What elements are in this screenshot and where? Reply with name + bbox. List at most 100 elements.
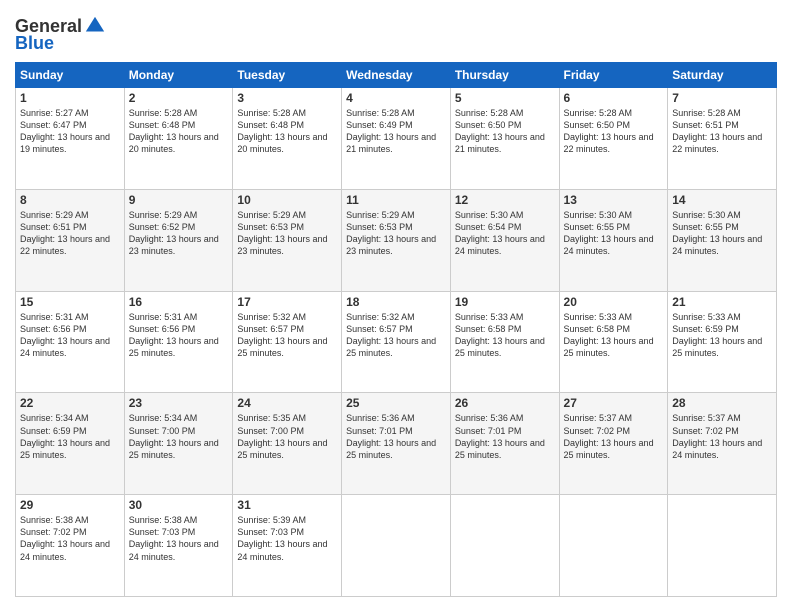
day-cell: 11Sunrise: 5:29 AMSunset: 6:53 PMDayligh… <box>342 189 451 291</box>
day-cell: 9 Sunrise: 5:29 AMSunset: 6:52 PMDaylight… <box>124 189 233 291</box>
day-info: Sunrise: 5:29 AMSunset: 6:53 PMDaylight:… <box>237 209 337 258</box>
week-row-1: 1Sunrise: 5:27 AMSunset: 6:47 PMDaylight… <box>16 88 777 190</box>
day-number: 9 <box>129 193 229 207</box>
day-cell: 27Sunrise: 5:37 AMSunset: 7:02 PMDayligh… <box>559 393 668 495</box>
day-info: Sunrise: 5:28 AMSunset: 6:48 PMDaylight:… <box>237 107 337 156</box>
day-info: Sunrise: 5:28 AMSunset: 6:50 PMDaylight:… <box>564 107 664 156</box>
day-number: 6 <box>564 91 664 105</box>
day-info: Sunrise: 5:34 AMSunset: 6:59 PMDaylight:… <box>20 412 120 461</box>
weekday-header-tuesday: Tuesday <box>233 63 342 88</box>
day-cell: 24 Sunrise: 5:35 AMSunset: 7:00 PMDayligh… <box>233 393 342 495</box>
day-info: Sunrise: 5:31 AMSunset: 6:56 PMDaylight:… <box>20 311 120 360</box>
day-info: Sunrise: 5:29 AMSunset: 6:52 PMDaylight:… <box>129 209 229 258</box>
day-info: Sunrise: 5:28 AMSunset: 6:50 PMDaylight:… <box>455 107 555 156</box>
weekday-header-sunday: Sunday <box>16 63 125 88</box>
day-info: Sunrise: 5:36 AMSunset: 7:01 PMDaylight:… <box>455 412 555 461</box>
day-number: 14 <box>672 193 772 207</box>
day-number: 19 <box>455 295 555 309</box>
day-info: Sunrise: 5:37 AMSunset: 7:02 PMDaylight:… <box>672 412 772 461</box>
day-cell: 21Sunrise: 5:33 AMSunset: 6:59 PMDayligh… <box>668 291 777 393</box>
day-cell: 1Sunrise: 5:27 AMSunset: 6:47 PMDaylight… <box>16 88 125 190</box>
day-info: Sunrise: 5:39 AMSunset: 7:03 PMDaylight:… <box>237 514 337 563</box>
day-number: 21 <box>672 295 772 309</box>
header: General Blue <box>15 15 777 54</box>
day-cell <box>559 495 668 597</box>
day-cell: 2 Sunrise: 5:28 AMSunset: 6:48 PMDaylight… <box>124 88 233 190</box>
day-info: Sunrise: 5:32 AMSunset: 6:57 PMDaylight:… <box>346 311 446 360</box>
day-cell: 22 Sunrise: 5:34 AMSunset: 6:59 PMDayligh… <box>16 393 125 495</box>
day-cell: 15 Sunrise: 5:31 AMSunset: 6:56 PMDayligh… <box>16 291 125 393</box>
day-cell: 7Sunrise: 5:28 AMSunset: 6:51 PMDaylight… <box>668 88 777 190</box>
day-cell: 10Sunrise: 5:29 AMSunset: 6:53 PMDayligh… <box>233 189 342 291</box>
day-number: 25 <box>346 396 446 410</box>
weekday-header-wednesday: Wednesday <box>342 63 451 88</box>
logo-icon <box>84 15 106 37</box>
day-cell: 6 Sunrise: 5:28 AMSunset: 6:50 PMDaylight… <box>559 88 668 190</box>
day-cell: 12 Sunrise: 5:30 AMSunset: 6:54 PMDayligh… <box>450 189 559 291</box>
day-info: Sunrise: 5:33 AMSunset: 6:58 PMDaylight:… <box>564 311 664 360</box>
day-info: Sunrise: 5:38 AMSunset: 7:02 PMDaylight:… <box>20 514 120 563</box>
day-number: 8 <box>20 193 120 207</box>
day-number: 15 <box>20 295 120 309</box>
day-info: Sunrise: 5:33 AMSunset: 6:58 PMDaylight:… <box>455 311 555 360</box>
weekday-header-friday: Friday <box>559 63 668 88</box>
day-number: 18 <box>346 295 446 309</box>
day-number: 24 <box>237 396 337 410</box>
day-cell: 3Sunrise: 5:28 AMSunset: 6:48 PMDaylight… <box>233 88 342 190</box>
day-info: Sunrise: 5:28 AMSunset: 6:48 PMDaylight:… <box>129 107 229 156</box>
day-info: Sunrise: 5:28 AMSunset: 6:51 PMDaylight:… <box>672 107 772 156</box>
logo: General Blue <box>15 15 106 54</box>
day-cell: 20 Sunrise: 5:33 AMSunset: 6:58 PMDayligh… <box>559 291 668 393</box>
day-cell: 5 Sunrise: 5:28 AMSunset: 6:50 PMDaylight… <box>450 88 559 190</box>
day-number: 5 <box>455 91 555 105</box>
day-cell: 29 Sunrise: 5:38 AMSunset: 7:02 PMDayligh… <box>16 495 125 597</box>
day-cell: 19 Sunrise: 5:33 AMSunset: 6:58 PMDayligh… <box>450 291 559 393</box>
day-number: 23 <box>129 396 229 410</box>
page: General Blue SundayMondayTuesdayWednesda… <box>0 0 792 612</box>
day-cell <box>668 495 777 597</box>
calendar-table: SundayMondayTuesdayWednesdayThursdayFrid… <box>15 62 777 597</box>
day-number: 26 <box>455 396 555 410</box>
day-cell: 17 Sunrise: 5:32 AMSunset: 6:57 PMDayligh… <box>233 291 342 393</box>
day-number: 29 <box>20 498 120 512</box>
day-cell: 8 Sunrise: 5:29 AMSunset: 6:51 PMDaylight… <box>16 189 125 291</box>
day-cell: 16Sunrise: 5:31 AMSunset: 6:56 PMDayligh… <box>124 291 233 393</box>
day-info: Sunrise: 5:27 AMSunset: 6:47 PMDaylight:… <box>20 107 120 156</box>
header-row: SundayMondayTuesdayWednesdayThursdayFrid… <box>16 63 777 88</box>
day-cell: 13 Sunrise: 5:30 AMSunset: 6:55 PMDayligh… <box>559 189 668 291</box>
day-number: 17 <box>237 295 337 309</box>
week-row-2: 8 Sunrise: 5:29 AMSunset: 6:51 PMDaylight… <box>16 189 777 291</box>
day-number: 13 <box>564 193 664 207</box>
day-cell <box>342 495 451 597</box>
day-info: Sunrise: 5:35 AMSunset: 7:00 PMDaylight:… <box>237 412 337 461</box>
day-cell: 26 Sunrise: 5:36 AMSunset: 7:01 PMDayligh… <box>450 393 559 495</box>
day-cell: 31 Sunrise: 5:39 AMSunset: 7:03 PMDayligh… <box>233 495 342 597</box>
day-number: 4 <box>346 91 446 105</box>
weekday-header-thursday: Thursday <box>450 63 559 88</box>
weekday-header-monday: Monday <box>124 63 233 88</box>
day-number: 2 <box>129 91 229 105</box>
day-number: 31 <box>237 498 337 512</box>
day-cell: 25Sunrise: 5:36 AMSunset: 7:01 PMDayligh… <box>342 393 451 495</box>
day-info: Sunrise: 5:29 AMSunset: 6:51 PMDaylight:… <box>20 209 120 258</box>
day-cell: 23 Sunrise: 5:34 AMSunset: 7:00 PMDayligh… <box>124 393 233 495</box>
day-number: 11 <box>346 193 446 207</box>
day-info: Sunrise: 5:28 AMSunset: 6:49 PMDaylight:… <box>346 107 446 156</box>
day-number: 30 <box>129 498 229 512</box>
day-cell: 28Sunrise: 5:37 AMSunset: 7:02 PMDayligh… <box>668 393 777 495</box>
day-number: 20 <box>564 295 664 309</box>
day-number: 27 <box>564 396 664 410</box>
day-cell <box>450 495 559 597</box>
day-info: Sunrise: 5:30 AMSunset: 6:54 PMDaylight:… <box>455 209 555 258</box>
week-row-3: 15 Sunrise: 5:31 AMSunset: 6:56 PMDayligh… <box>16 291 777 393</box>
day-info: Sunrise: 5:38 AMSunset: 7:03 PMDaylight:… <box>129 514 229 563</box>
day-info: Sunrise: 5:32 AMSunset: 6:57 PMDaylight:… <box>237 311 337 360</box>
day-cell: 18 Sunrise: 5:32 AMSunset: 6:57 PMDayligh… <box>342 291 451 393</box>
day-number: 22 <box>20 396 120 410</box>
week-row-4: 22 Sunrise: 5:34 AMSunset: 6:59 PMDayligh… <box>16 393 777 495</box>
day-number: 16 <box>129 295 229 309</box>
day-number: 12 <box>455 193 555 207</box>
day-cell: 4 Sunrise: 5:28 AMSunset: 6:49 PMDaylight… <box>342 88 451 190</box>
day-info: Sunrise: 5:34 AMSunset: 7:00 PMDaylight:… <box>129 412 229 461</box>
day-info: Sunrise: 5:30 AMSunset: 6:55 PMDaylight:… <box>564 209 664 258</box>
